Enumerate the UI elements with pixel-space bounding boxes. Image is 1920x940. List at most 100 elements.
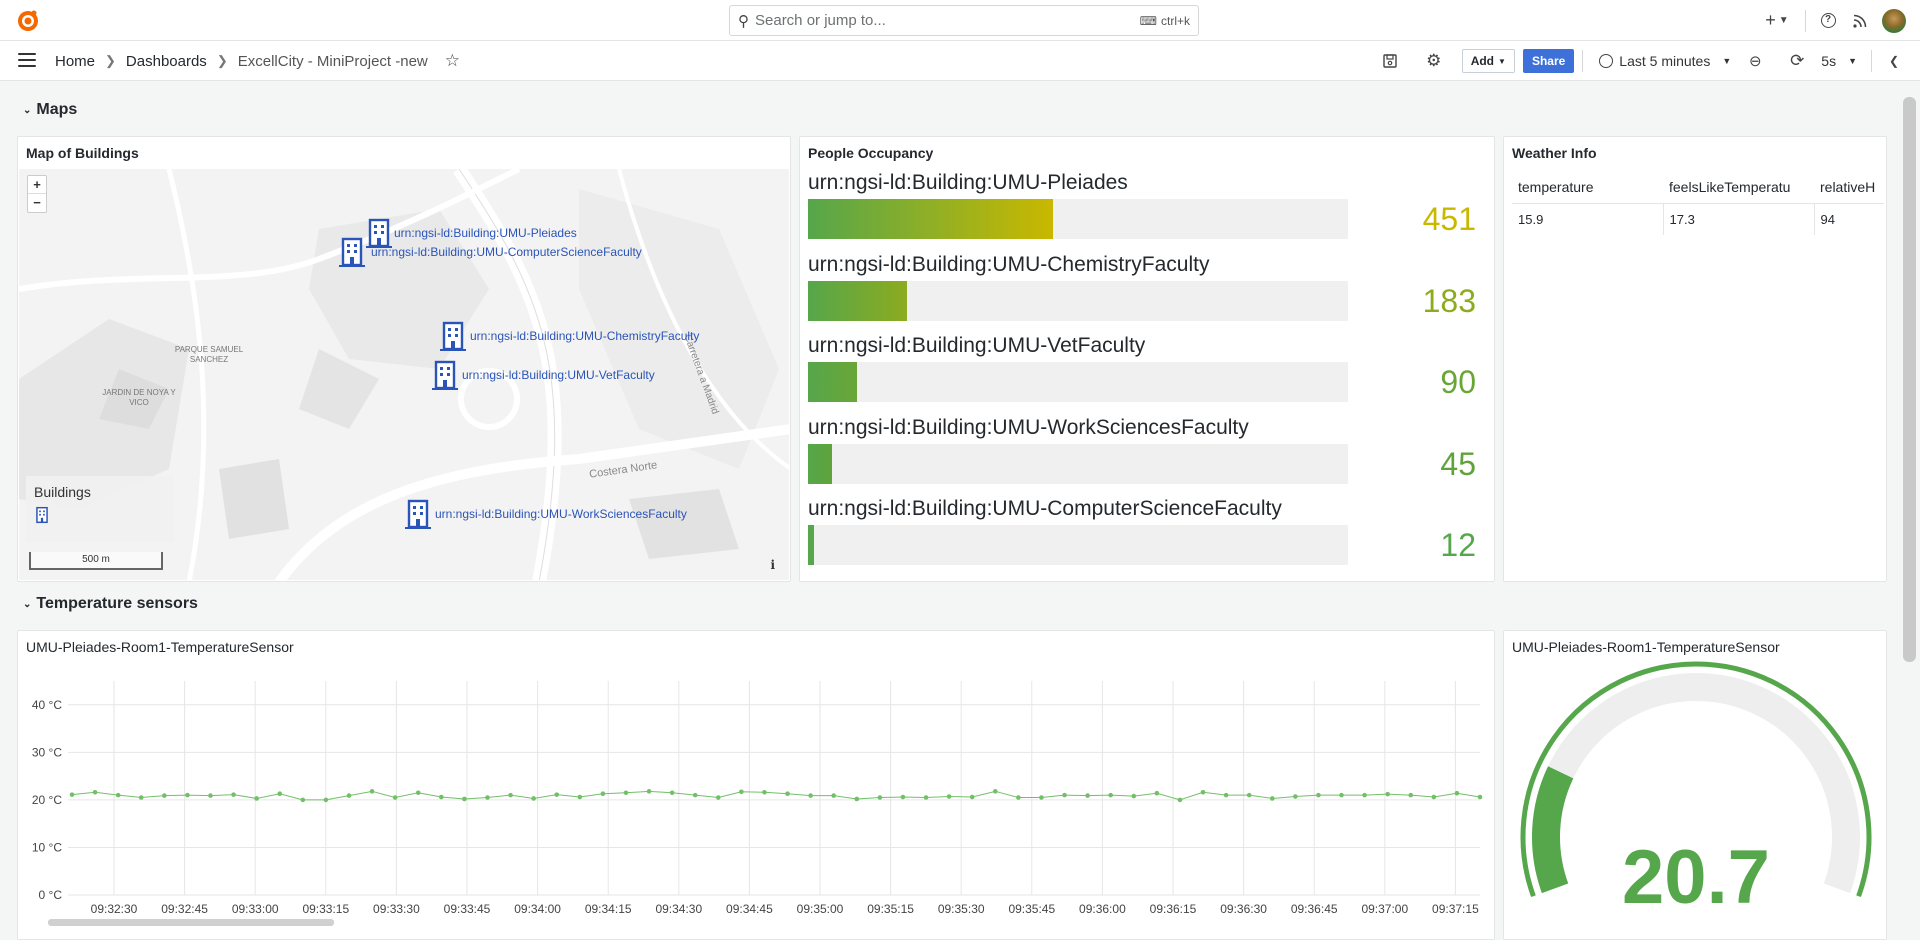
building-marker[interactable]: urn:ngsi-ld:Building:UMU-VetFaculty <box>432 359 655 391</box>
search-placeholder: Search or jump to... <box>755 12 886 29</box>
occupancy-bar-fill <box>808 525 815 565</box>
occupancy-bar <box>808 525 1348 565</box>
data-point <box>415 790 421 796</box>
chevron-down-icon: ▼ <box>1778 15 1789 26</box>
settings-gear-icon[interactable]: ⚙ <box>1418 45 1450 77</box>
chevron-right-icon: ❯ <box>105 53 116 68</box>
zoom-in-button[interactable]: + <box>28 176 46 194</box>
news-icon[interactable] <box>1844 5 1876 37</box>
timeseries-panel: UMU-Pleiades-Room1-TemperatureSensor 0 °… <box>17 630 1495 940</box>
add-button[interactable]: Add ▼ <box>1461 49 1515 73</box>
y-tick-label: 20 °C <box>32 793 62 807</box>
occupancy-label: urn:ngsi-ld:Building:UMU-Pleiades <box>808 171 1128 194</box>
row-header-maps[interactable]: ⌄ Maps <box>23 101 77 119</box>
panel-title: Map of Buildings <box>26 145 139 161</box>
occupancy-label: urn:ngsi-ld:Building:UMU-WorkSciencesFac… <box>808 415 1249 439</box>
map-scale: 500 m <box>29 552 163 570</box>
divider <box>1805 9 1806 32</box>
data-point <box>854 796 860 802</box>
time-range-label: Last 5 minutes <box>1619 53 1711 69</box>
occupancy-item: urn:ngsi-ld:Building:UMU-ComputerScience… <box>808 497 1486 573</box>
weather-panel: Weather Info temperature feelsLikeTemper… <box>1503 136 1887 582</box>
refresh-icon[interactable]: ⟳ <box>1781 45 1813 77</box>
data-point <box>1200 789 1206 795</box>
x-tick-label: 09:35:45 <box>1008 902 1055 916</box>
keyboard-icon: ⌨ <box>1139 13 1157 28</box>
refresh-interval-picker[interactable]: 5s ▼ <box>1813 46 1865 76</box>
search-icon: ⚲ <box>738 12 749 30</box>
building-marker[interactable]: urn:ngsi-ld:Building:UMU-ComputerScience… <box>339 236 642 268</box>
gauge-panel: UMU-Pleiades-Room1-TemperatureSensor 20.… <box>1503 630 1887 940</box>
data-point <box>508 792 513 798</box>
data-point <box>346 793 352 798</box>
data-point <box>1131 793 1137 799</box>
data-point <box>92 789 98 795</box>
data-point <box>1316 792 1321 798</box>
occupancy-item: urn:ngsi-ld:Building:UMU-Pleiades 451 <box>808 171 1486 247</box>
x-tick-label: 09:35:00 <box>797 902 844 916</box>
zoom-out-button[interactable]: − <box>28 194 46 212</box>
new-button[interactable]: + ▼ <box>1755 5 1799 37</box>
occupancy-bar <box>808 362 1348 402</box>
search-shortcut-label: ctrl+k <box>1160 13 1190 28</box>
data-point <box>392 795 398 800</box>
data-point <box>300 797 306 803</box>
search-input[interactable]: ⚲ Search or jump to... ⌨ ctrl+k <box>729 5 1199 36</box>
data-point <box>208 793 213 798</box>
star-icon[interactable]: ☆ <box>445 51 460 71</box>
data-point <box>277 791 283 797</box>
row-header-temperature[interactable]: ⌄ Temperature sensors <box>23 595 198 613</box>
breadcrumb-current[interactable]: ExcellCity - MiniProject -new <box>238 53 428 70</box>
save-icon[interactable] <box>1374 45 1406 77</box>
table-cell: 94 <box>1820 211 1835 227</box>
building-marker-label: urn:ngsi-ld:Building:UMU-WorkSciencesFac… <box>435 507 687 521</box>
zoom-out-icon[interactable]: ⊖ <box>1739 45 1771 77</box>
column-header[interactable]: relativeH <box>1814 171 1884 204</box>
building-marker[interactable]: urn:ngsi-ld:Building:UMU-WorkSciencesFac… <box>405 498 687 530</box>
temperature-line-chart[interactable]: 0 °C 10 °C 20 °C 30 °C 40 °C 09:32:30 09:32:45… <box>18 631 1495 931</box>
data-point <box>1177 797 1183 803</box>
column-header[interactable]: feelsLikeTemperatu <box>1663 171 1814 204</box>
data-point <box>1408 792 1414 798</box>
x-tick-label: 09:33:30 <box>373 902 420 916</box>
building-icon <box>34 506 166 527</box>
column-header[interactable]: temperature <box>1512 171 1663 204</box>
horizontal-scrollbar[interactable] <box>48 919 334 926</box>
breadcrumb-dashboards[interactable]: Dashboards <box>126 53 207 70</box>
share-button[interactable]: Share <box>1522 49 1575 73</box>
y-tick-label: 40 °C <box>32 698 62 712</box>
occupancy-value: 12 <box>1440 527 1476 563</box>
data-point <box>439 794 444 800</box>
building-icon <box>339 237 365 267</box>
building-marker[interactable]: urn:ngsi-ld:Building:UMU-ChemistryFacult… <box>440 320 699 352</box>
y-tick-label: 10 °C <box>32 840 62 854</box>
occupancy-value: 451 <box>1422 201 1476 237</box>
info-icon[interactable]: i <box>770 558 775 572</box>
data-point <box>1477 794 1483 800</box>
building-marker-label: urn:ngsi-ld:Building:UMU-ComputerScience… <box>371 245 642 259</box>
data-point <box>69 792 75 797</box>
dashboard-nav: Home ❯ Dashboards ❯ ExcellCity - MiniPro… <box>0 41 1920 81</box>
x-tick-label: 09:35:30 <box>938 902 985 916</box>
x-tick-label: 09:32:30 <box>91 902 138 916</box>
table-cell: 17.3 <box>1663 203 1815 235</box>
avatar[interactable] <box>1882 8 1906 33</box>
breadcrumb-home[interactable]: Home <box>55 53 95 70</box>
breadcrumb: Home ❯ Dashboards ❯ ExcellCity - MiniPro… <box>55 41 460 81</box>
occupancy-bar <box>808 199 1348 239</box>
grafana-logo-icon[interactable] <box>16 9 40 33</box>
help-icon[interactable]: ? <box>1812 5 1844 37</box>
gauge-value: 20.7 <box>1622 835 1770 920</box>
map-canvas[interactable]: PARQUE SAMUEL SANCHEZ JARDIN DE NOYA Y V… <box>19 169 789 580</box>
map-place-label: PARQUE SAMUEL SANCHEZ <box>174 345 244 364</box>
x-tick-label: 09:34:00 <box>514 902 561 916</box>
vertical-scrollbar[interactable] <box>1903 97 1916 662</box>
series-line <box>71 790 1481 801</box>
chevron-up-icon[interactable]: ❮ <box>1878 45 1910 77</box>
menu-icon[interactable] <box>18 53 36 67</box>
occupancy-bar-fill <box>808 199 1053 239</box>
data-point <box>485 795 490 800</box>
building-icon <box>432 360 458 390</box>
time-range-picker[interactable]: Last 5 minutes ▼ <box>1591 46 1739 76</box>
divider <box>1871 50 1872 72</box>
